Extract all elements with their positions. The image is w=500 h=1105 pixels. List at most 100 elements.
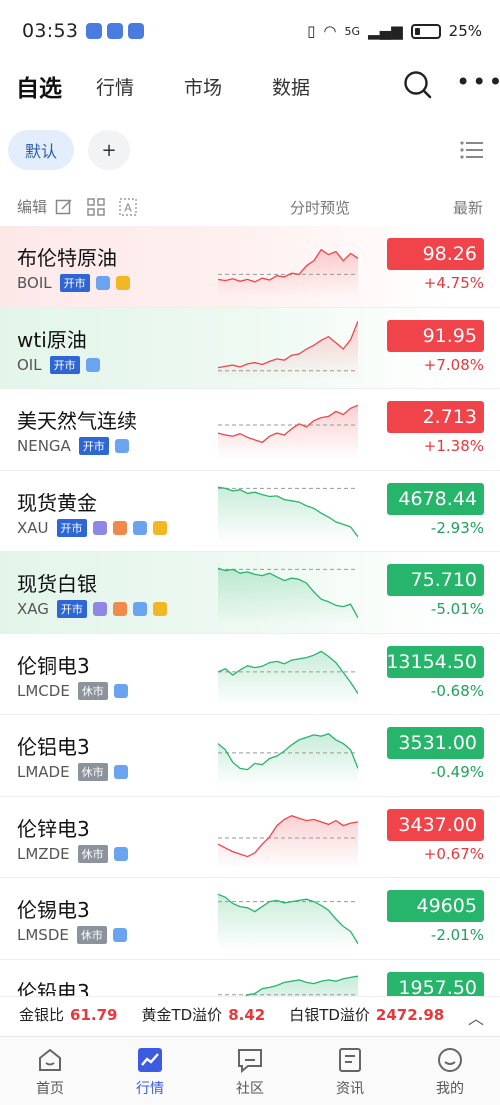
- change-percent: +4.75%: [423, 274, 484, 292]
- info-tag-icon: [132, 520, 147, 535]
- latest-price: 75.710: [387, 564, 484, 596]
- change-percent: -2.93%: [430, 518, 484, 537]
- info-tag-icon: [92, 602, 107, 616]
- list-item[interactable]: 伦锌电3 LMZDE 休市 3437.00 +0.67%: [0, 797, 500, 878]
- instrument-code: OIL: [17, 355, 42, 374]
- status-app-icons: [86, 23, 145, 39]
- instrument-name: 伦铜电3: [17, 653, 90, 678]
- grid-icon[interactable]: [87, 197, 105, 216]
- market-status-badge: 开市: [49, 355, 80, 374]
- instrument-code: LMSDE: [17, 926, 69, 944]
- nav-community[interactable]: 社区: [200, 1037, 300, 1105]
- info-tag-icon: [92, 520, 107, 535]
- info-tag-icon: [152, 520, 167, 535]
- ticker-value: 61.79: [70, 1005, 118, 1024]
- edit-label[interactable]: 编辑: [17, 196, 47, 217]
- bottom-nav: 首页 行情 社区 资讯 我的: [0, 1036, 500, 1105]
- latest-price-label[interactable]: 最新: [453, 197, 483, 218]
- instrument-name: 现货黄金: [17, 490, 97, 515]
- status-bar: 03:53 ▯ ◠ 5G ▂▄▆ 25%: [0, 0, 500, 62]
- nav-quotes-label: 行情: [136, 1081, 164, 1097]
- instrument-name: 现货白银: [17, 572, 97, 596]
- list-item[interactable]: 伦铅电3 1957.50: [0, 960, 500, 996]
- nav-profile-label: 我的: [436, 1081, 464, 1097]
- nav-community-label: 社区: [236, 1081, 264, 1097]
- tab-data[interactable]: 数据: [272, 73, 310, 100]
- latest-price: 2.713: [387, 401, 484, 433]
- instrument-meta: XAU 开市: [17, 518, 167, 537]
- list-item[interactable]: 伦铜电3 LMCDE 休市 13154.50 -0.68%: [0, 634, 500, 715]
- edit-icon[interactable]: [55, 198, 73, 216]
- instrument-meta: LMCDE 休市: [17, 681, 128, 700]
- ratio-ticker[interactable]: 金银比 61.79 黄金TD溢价 8.42 白银TD溢价 2472.98 ︿: [0, 996, 500, 1032]
- list-item[interactable]: 布伦特原油 BOIL 开市 98.26 +4.75%: [0, 226, 500, 308]
- ticker-value: 2472.98: [375, 1005, 445, 1024]
- info-tag-icon: [112, 602, 127, 616]
- instrument-code: XAU: [17, 518, 49, 537]
- market-status-badge: 开市: [56, 600, 87, 618]
- timeshare-sparkline: [218, 975, 358, 996]
- battery-level: 25%: [448, 22, 482, 40]
- instrument-code: NENGA: [17, 437, 71, 455]
- tab-market[interactable]: 市场: [184, 73, 222, 100]
- market-status-badge: 开市: [59, 274, 90, 292]
- latest-price: 13154.50: [386, 645, 484, 678]
- home-icon: [39, 1048, 61, 1071]
- latest-price: 49605: [387, 890, 484, 922]
- search-icon[interactable]: [403, 70, 433, 100]
- timeshare-sparkline: [218, 567, 358, 624]
- change-percent: +7.08%: [423, 355, 484, 374]
- more-icon[interactable]: •••: [456, 70, 500, 94]
- list-item[interactable]: 伦铝电3 LMADE 休市 3531.00 -0.49%: [0, 715, 500, 797]
- nav-home[interactable]: 首页: [0, 1037, 100, 1105]
- list-item[interactable]: wti原油 OIL 开市 91.95 +7.08%: [0, 307, 500, 389]
- latest-price: 3531.00: [387, 727, 484, 759]
- nav-news-label: 资讯: [336, 1081, 364, 1097]
- timeshare-sparkline: [218, 650, 358, 706]
- svg-text:A: A: [124, 201, 132, 214]
- community-icon: [238, 1049, 262, 1074]
- info-tag-icon: [115, 276, 130, 290]
- timeshare-sparkline: [218, 404, 358, 461]
- latest-price: 98.26: [387, 238, 484, 270]
- profile-icon: [438, 1048, 462, 1072]
- instrument-name: 伦铝电3: [17, 735, 90, 759]
- change-percent: -0.49%: [430, 763, 484, 781]
- instrument-name: 布伦特原油: [17, 246, 117, 270]
- list-view-icon[interactable]: [460, 140, 484, 160]
- info-tag-icon: [113, 846, 128, 861]
- nav-home-label: 首页: [36, 1081, 64, 1097]
- info-tag-icon: [152, 602, 167, 616]
- info-tag-icon: [132, 602, 147, 616]
- market-status-badge: 休市: [77, 763, 108, 781]
- latest-price: 91.95: [387, 319, 484, 352]
- network-type: 5G: [344, 24, 361, 38]
- list-item[interactable]: 现货白银 XAG 开市 75.710 -5.01%: [0, 552, 500, 634]
- change-percent: +1.38%: [423, 437, 484, 455]
- instrument-name: 伦锌电3: [17, 816, 90, 841]
- instrument-meta: NENGA 开市: [17, 437, 129, 455]
- add-group-button[interactable]: +: [88, 130, 130, 170]
- list-item[interactable]: 现货黄金 XAU 开市 4678.44 -2.93%: [0, 471, 500, 552]
- instrument-name: wti原油: [17, 327, 87, 352]
- tab-watchlist[interactable]: 自选: [16, 69, 62, 103]
- font-size-icon[interactable]: A: [119, 197, 137, 216]
- info-tag-icon: [113, 765, 128, 779]
- nav-news[interactable]: 资讯: [300, 1037, 400, 1105]
- list-item[interactable]: 美天然气连续 NENGA 开市 2.713 +1.38%: [0, 389, 500, 471]
- instrument-code: BOIL: [17, 274, 52, 292]
- list-item[interactable]: 伦锡电3 LMSDE 休市 49605 -2.01%: [0, 878, 500, 960]
- timeshare-sparkline: [218, 248, 358, 298]
- instrument-code: LMCDE: [17, 681, 70, 700]
- instrument-meta: XAG 开市: [17, 600, 167, 618]
- ticker-value: 8.42: [228, 1005, 266, 1024]
- tab-quotes[interactable]: 行情: [96, 73, 134, 100]
- info-tag-icon: [114, 439, 129, 453]
- instrument-meta: LMZDE 休市: [17, 844, 128, 863]
- nav-quotes[interactable]: 行情: [100, 1037, 200, 1105]
- market-status-badge: 休市: [76, 926, 107, 944]
- chevron-up-icon[interactable]: ︿: [468, 1005, 484, 1029]
- timeshare-sparkline: [218, 893, 358, 950]
- group-chip-default[interactable]: 默认: [8, 130, 74, 170]
- nav-profile[interactable]: 我的: [400, 1037, 500, 1105]
